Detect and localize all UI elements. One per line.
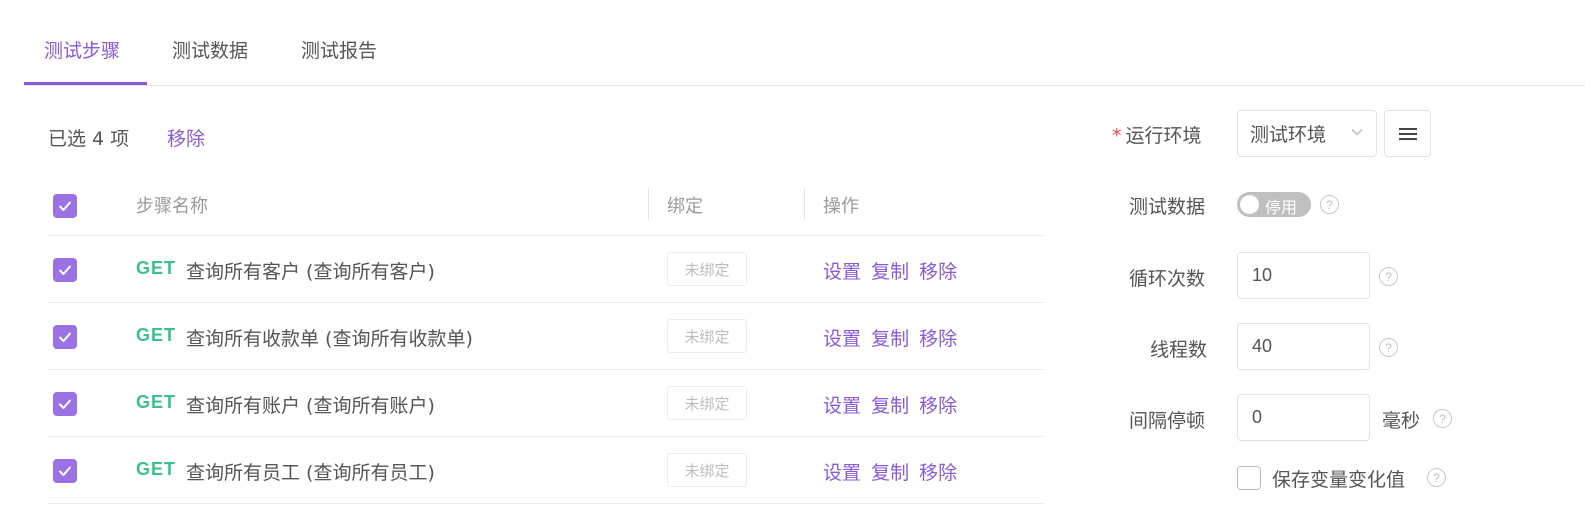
save-variable-changes-checkbox[interactable] — [1237, 466, 1261, 490]
step-name: 查询所有客户 (查询所有客户) — [186, 261, 435, 283]
help-icon[interactable]: ? — [1427, 468, 1446, 487]
step-name: 查询所有收款单 (查询所有收款单) — [186, 328, 473, 350]
thread-count-label: 线程数 — [1150, 339, 1208, 361]
help-icon[interactable]: ? — [1379, 267, 1398, 286]
step-name: 查询所有账户 (查询所有账户) — [186, 395, 435, 417]
http-method-badge: GET — [136, 258, 177, 278]
remove-link[interactable]: 移除 — [919, 328, 957, 350]
selection-count: 已选 4 项 — [48, 128, 130, 150]
table-row: GET 查询所有员工 (查询所有员工) 未绑定 设置 复制 移除 — [48, 437, 1044, 504]
column-divider — [648, 188, 649, 220]
row-checkbox[interactable] — [53, 325, 77, 349]
binding-status-tag: 未绑定 — [667, 252, 747, 286]
check-icon — [59, 332, 71, 342]
remove-link[interactable]: 移除 — [919, 261, 957, 283]
test-data-label: 测试数据 — [1129, 196, 1206, 218]
tab-bar: 测试步骤 测试数据 测试报告 — [24, 0, 1585, 86]
http-method-badge: GET — [136, 459, 177, 479]
select-all-checkbox[interactable] — [53, 194, 77, 218]
thread-count-input[interactable] — [1237, 323, 1370, 370]
binding-status-tag: 未绑定 — [667, 319, 747, 353]
row-actions: 设置 复制 移除 — [823, 257, 961, 284]
copy-link[interactable]: 复制 — [871, 462, 909, 484]
environment-select[interactable]: 测试环境 — [1237, 110, 1377, 157]
test-data-toggle[interactable]: 停用 — [1237, 192, 1311, 217]
http-method-badge: GET — [136, 325, 177, 345]
row-checkbox[interactable] — [53, 459, 77, 483]
row-actions: 设置 复制 移除 — [823, 458, 961, 485]
table-row: GET 查询所有账户 (查询所有账户) 未绑定 设置 复制 移除 — [48, 370, 1044, 437]
check-icon — [59, 201, 71, 211]
loop-count-input[interactable] — [1237, 252, 1370, 299]
loop-count-label: 循环次数 — [1129, 268, 1206, 290]
copy-link[interactable]: 复制 — [871, 261, 909, 283]
environment-label: * 运行环境 — [1112, 125, 1202, 147]
table-header: 步骤名称 绑定 操作 — [48, 172, 1044, 236]
steps-table: 步骤名称 绑定 操作 GET 查询所有客户 (查询所有客户) 未绑定 设置 复制… — [48, 172, 1044, 504]
column-divider — [804, 188, 805, 220]
tab-test-report[interactable]: 测试报告 — [301, 36, 377, 63]
interval-unit: 毫秒 — [1382, 410, 1421, 432]
environment-menu-button[interactable] — [1384, 110, 1431, 157]
http-method-badge: GET — [136, 392, 177, 412]
environment-select-value: 测试环境 — [1250, 124, 1327, 146]
help-icon[interactable]: ? — [1379, 338, 1398, 357]
row-actions: 设置 复制 移除 — [823, 391, 961, 418]
table-row: GET 查询所有客户 (查询所有客户) 未绑定 设置 复制 移除 — [48, 236, 1044, 303]
remove-link[interactable]: 移除 — [919, 395, 957, 417]
binding-status-tag: 未绑定 — [667, 453, 747, 487]
table-row: GET 查询所有收款单 (查询所有收款单) 未绑定 设置 复制 移除 — [48, 303, 1044, 370]
copy-link[interactable]: 复制 — [871, 395, 909, 417]
menu-icon — [1398, 127, 1417, 140]
save-variable-changes-label: 保存变量变化值 — [1272, 469, 1406, 491]
settings-link[interactable]: 设置 — [823, 261, 861, 283]
settings-link[interactable]: 设置 — [823, 328, 861, 350]
binding-status-tag: 未绑定 — [667, 386, 747, 420]
check-icon — [59, 466, 71, 476]
remove-selected-button[interactable]: 移除 — [167, 124, 205, 151]
copy-link[interactable]: 复制 — [871, 328, 909, 350]
column-header-name: 步骤名称 — [136, 196, 208, 217]
remove-link[interactable]: 移除 — [919, 462, 957, 484]
interval-input[interactable] — [1237, 394, 1370, 441]
chevron-down-icon — [1351, 129, 1363, 136]
check-icon — [59, 265, 71, 275]
row-checkbox[interactable] — [53, 258, 77, 282]
row-checkbox[interactable] — [53, 392, 77, 416]
settings-link[interactable]: 设置 — [823, 462, 861, 484]
interval-label: 间隔停顿 — [1129, 410, 1206, 432]
settings-link[interactable]: 设置 — [823, 395, 861, 417]
column-header-actions: 操作 — [823, 196, 859, 217]
row-actions: 设置 复制 移除 — [823, 324, 961, 351]
active-tab-indicator — [24, 82, 147, 85]
tab-test-steps[interactable]: 测试步骤 — [44, 36, 120, 63]
help-icon[interactable]: ? — [1433, 409, 1452, 428]
required-mark: * — [1112, 125, 1122, 147]
help-icon[interactable]: ? — [1320, 195, 1339, 214]
tab-test-data[interactable]: 测试数据 — [172, 36, 248, 63]
toggle-knob — [1240, 195, 1259, 214]
check-icon — [59, 399, 71, 409]
toggle-state-label: 停用 — [1265, 198, 1298, 217]
column-header-binding: 绑定 — [667, 196, 703, 217]
step-name: 查询所有员工 (查询所有员工) — [186, 462, 435, 484]
